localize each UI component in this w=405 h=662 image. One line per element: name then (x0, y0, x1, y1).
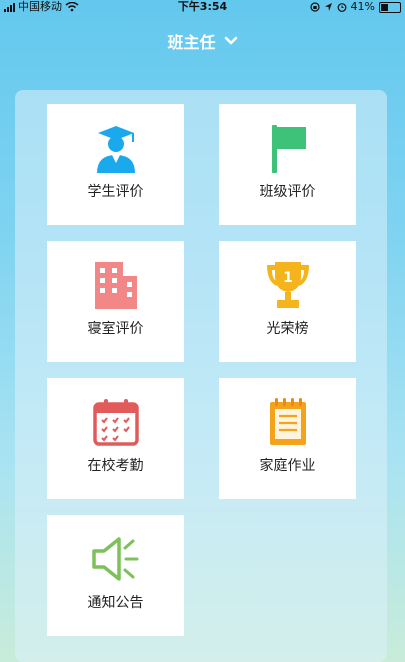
role-selector[interactable]: 班主任 (0, 28, 405, 54)
homework-notepad-icon (258, 396, 318, 448)
svg-text:1: 1 (283, 270, 293, 286)
student-graduate-icon (86, 122, 146, 174)
flag-icon (258, 122, 318, 174)
menu-label: 班级评价 (259, 184, 316, 200)
menu-card-class-evaluation[interactable]: 班级评价 (219, 104, 356, 225)
speaker-icon (86, 533, 146, 585)
lock-rotation-icon (309, 2, 320, 12)
role-title: 班主任 (167, 33, 216, 52)
battery-icon (379, 1, 401, 13)
menu-panel: 学生评价 班级评价 寝室评价 1 光荣榜 在校考勤 家庭作业 通知公告 (15, 90, 387, 662)
status-bar: 中国移动 下午3:54 41% (0, 0, 405, 14)
status-right: 41% (309, 0, 401, 14)
menu-card-student-evaluation[interactable]: 学生评价 (47, 104, 184, 225)
menu-label: 寝室评价 (87, 321, 144, 337)
alarm-icon (337, 3, 346, 12)
menu-card-attendance[interactable]: 在校考勤 (47, 378, 184, 499)
menu-label: 在校考勤 (87, 458, 144, 474)
battery-percent: 41% (350, 0, 375, 13)
menu-label: 光荣榜 (266, 321, 309, 337)
location-arrow-icon (324, 3, 332, 11)
menu-label: 家庭作业 (259, 458, 316, 474)
calendar-icon (86, 396, 146, 448)
menu-label: 学生评价 (87, 184, 144, 200)
menu-card-announcements[interactable]: 通知公告 (47, 515, 184, 636)
menu-card-honor-roll[interactable]: 1 光荣榜 (219, 241, 356, 362)
chevron-down-icon (224, 36, 237, 45)
trophy-icon: 1 (258, 259, 318, 311)
menu-card-homework[interactable]: 家庭作业 (219, 378, 356, 499)
dormitory-building-icon (86, 259, 146, 311)
menu-card-dorm-evaluation[interactable]: 寝室评价 (47, 241, 184, 362)
menu-label: 通知公告 (87, 595, 144, 611)
